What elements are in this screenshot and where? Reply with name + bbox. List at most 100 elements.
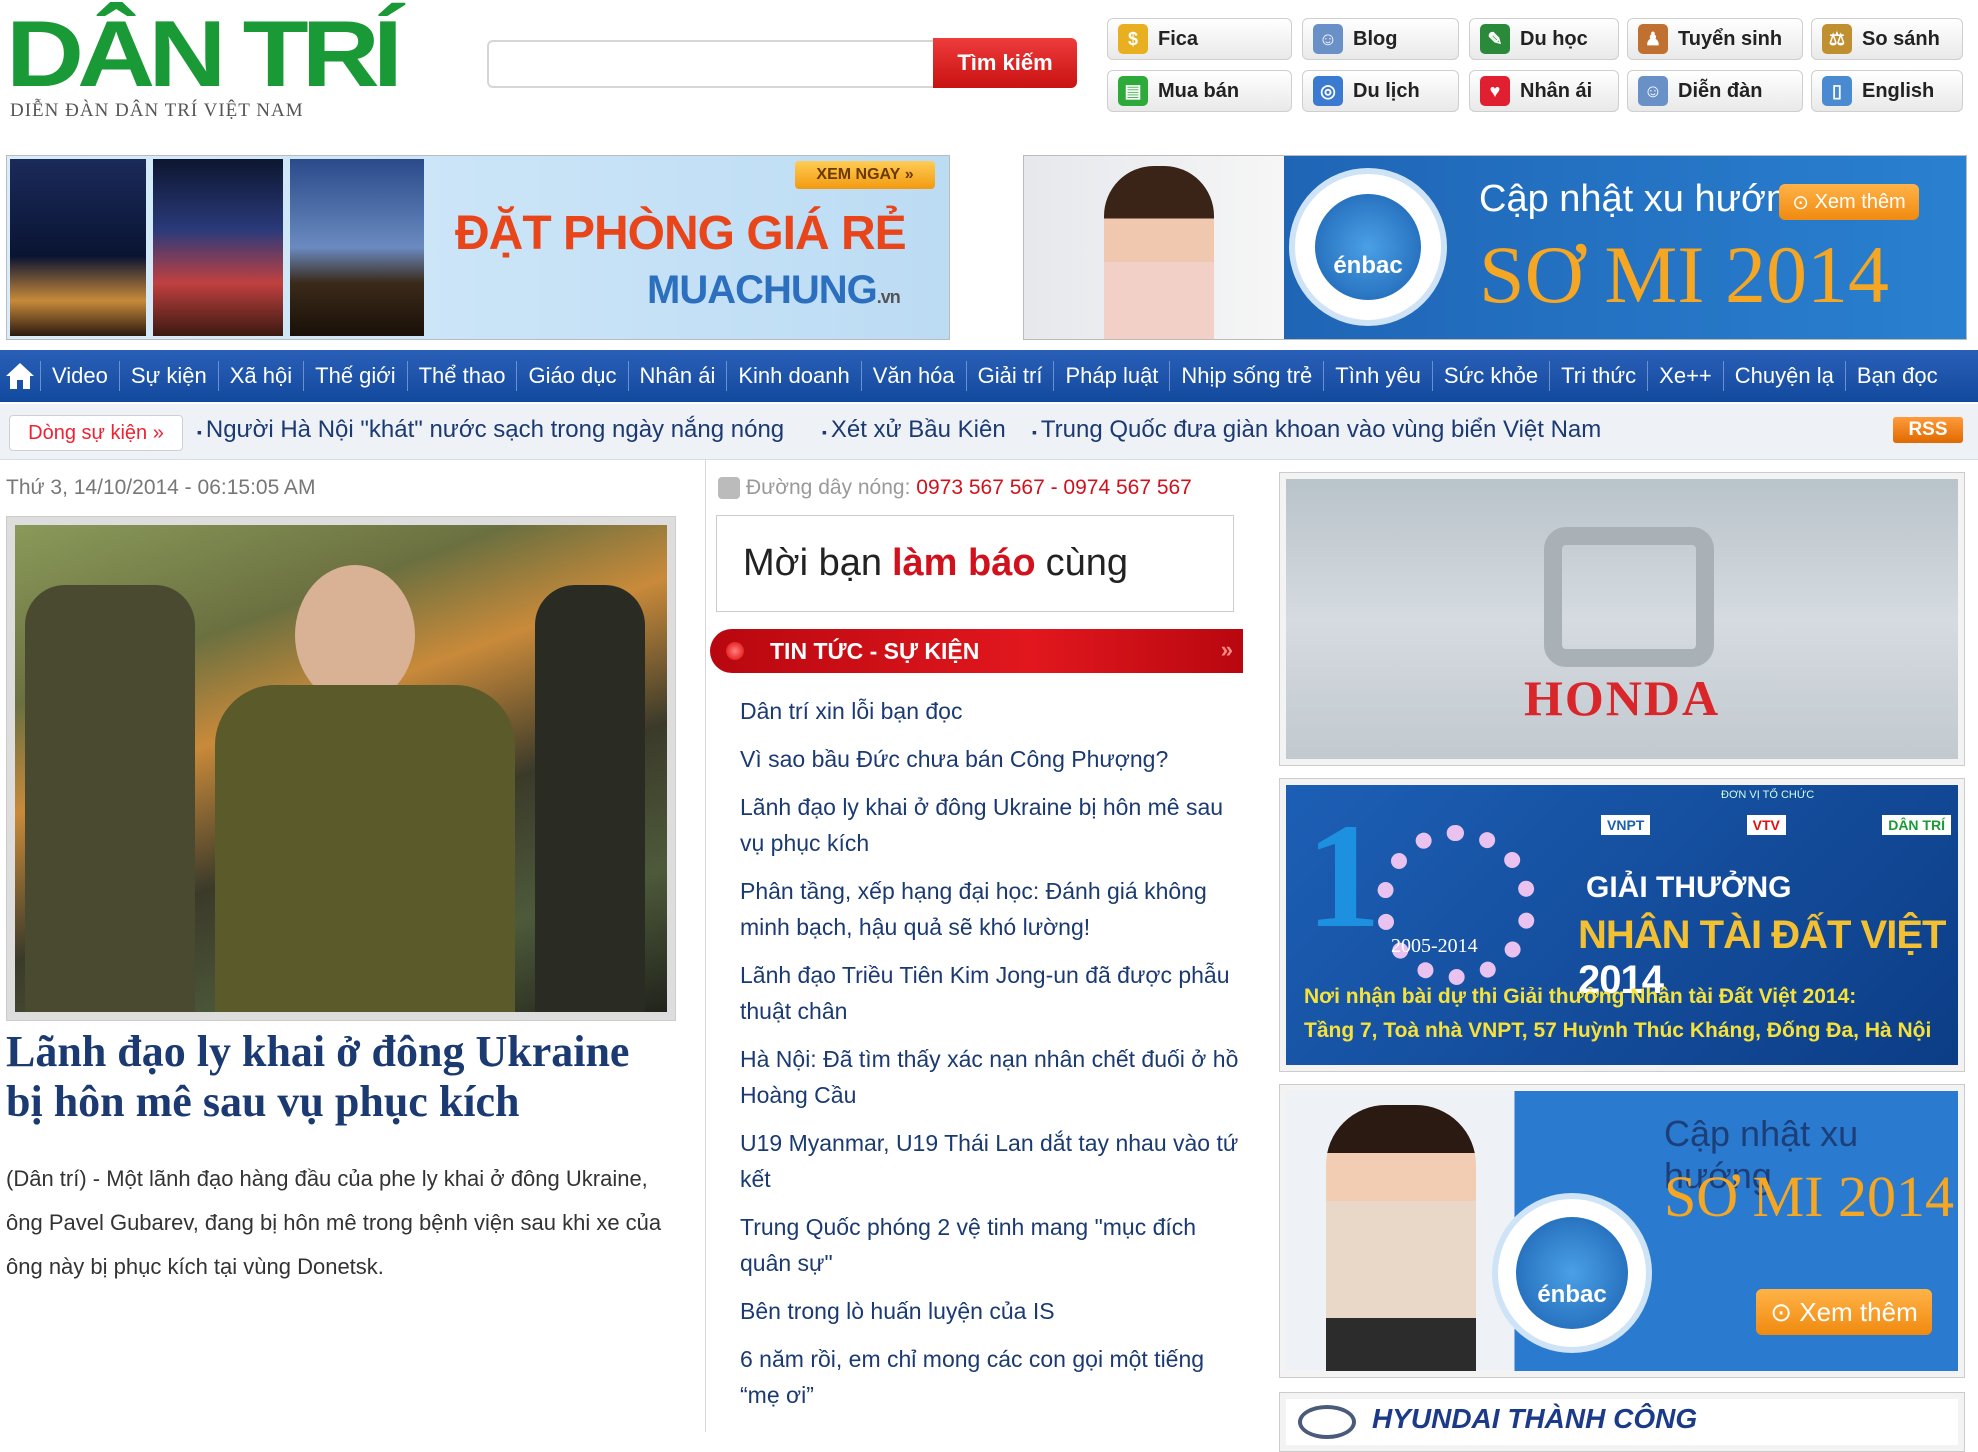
news-item[interactable]: Bên trong lò huấn luyện của IS	[740, 1293, 1240, 1329]
nav-item[interactable]: Sức khỏe	[1431, 361, 1549, 391]
ticker-item[interactable]: ▪ Người Hà Nội "khát" nước sạch trong ng…	[197, 416, 784, 444]
nav-item[interactable]: Kinh doanh	[726, 361, 860, 391]
clock-tower-photo	[153, 159, 283, 336]
nav-item[interactable]: Video	[40, 361, 119, 391]
enbac-xem-them-label: Xem thêm	[1799, 1296, 1918, 1327]
nav-item[interactable]: Chuyện lạ	[1722, 361, 1845, 391]
column-divider	[705, 460, 706, 1432]
nav-item[interactable]: Văn hóa	[860, 361, 966, 391]
nav-item[interactable]: Sự kiện	[118, 361, 218, 391]
quicklink-fica[interactable]: $ Fica	[1107, 18, 1292, 60]
enbac-ad-banner[interactable]: énbac Cập nhật xu hướng ⊙ Xem thêm SƠ MI…	[1023, 155, 1967, 340]
news-item[interactable]: Lãnh đạo ly khai ở đông Ukraine bị hôn m…	[740, 789, 1240, 861]
nav-item[interactable]: Xe++	[1647, 361, 1723, 391]
enbac-logo: énbac	[1289, 168, 1447, 326]
category-label: TIN TỨC - SỰ KIỆN	[770, 637, 980, 664]
lead-story-title[interactable]: Lãnh đạo ly khai ở đông Ukraine bị hôn m…	[6, 1027, 676, 1127]
quicklink-label: Nhân ái	[1520, 79, 1593, 102]
honda-ad-bg: HONDA	[1286, 479, 1958, 759]
invite-box[interactable]: Mời bạn làm báo cùng	[716, 515, 1234, 612]
lead-photo-image	[15, 525, 667, 1012]
quicklink-tuyển-sinh[interactable]: ♟ Tuyển sinh	[1627, 18, 1803, 60]
nav-item[interactable]: Nhịp sống trẻ	[1169, 361, 1323, 391]
category-header[interactable]: TIN TỨC - SỰ KIỆN »	[710, 629, 1243, 673]
site-logo[interactable]: DÂN TRÍ DIỄN ĐÀN DÂN TRÍ VIỆT NAM	[6, 7, 403, 123]
ticker-item-text: Người Hà Nội "khát" nước sạch trong ngày…	[205, 416, 785, 443]
xem-them-button[interactable]: ⊙ Xem thêm	[1779, 184, 1919, 220]
quicklink-label: Fica	[1158, 27, 1199, 50]
news-item[interactable]: Trung Quốc phóng 2 vệ tinh mang "mục đíc…	[740, 1209, 1240, 1281]
hyundai-wordmark: HYUNDAI THÀNH CÔNG	[1372, 1403, 1698, 1434]
quicklink-mua-bán[interactable]: ▤ Mua bán	[1107, 70, 1292, 112]
enbac-somi-title: SƠ MI 2014	[1664, 1164, 1955, 1229]
nav-item[interactable]: Giáo dục	[516, 361, 627, 391]
quicklink-english[interactable]: ▯ English	[1811, 70, 1963, 112]
ticker-item[interactable]: ▪ Trung Quốc đưa giàn khoan vào vùng biể…	[1032, 416, 1601, 444]
enbac-logo-text: énbac	[1516, 1217, 1628, 1329]
nav-item[interactable]: Giải trí	[965, 361, 1054, 391]
quicklink-so-sánh[interactable]: ⚖ So sánh	[1811, 18, 1963, 60]
nav-item[interactable]: Tri thức	[1549, 361, 1647, 391]
shopping-bag-icon: ▤	[1118, 76, 1148, 106]
quicklink-blog[interactable]: ☺ Blog	[1302, 18, 1459, 60]
enbac-ad-bg: énbac Cập nhật xu hướng SƠ MI 2014 ⊙ Xem…	[1286, 1091, 1958, 1371]
news-item[interactable]: Hà Nội: Đã tìm thấy xác nạn nhân chết đu…	[740, 1041, 1240, 1113]
nav-item[interactable]: Thể thao	[406, 361, 517, 391]
award-orgs: VNPT VTV DÂN TRÍ	[1601, 815, 1951, 835]
hyundai-ad[interactable]: HYUNDAI THÀNH CÔNG	[1279, 1392, 1965, 1452]
news-item[interactable]: U19 Myanmar, U19 Thái Lan dắt tay nhau v…	[740, 1125, 1240, 1197]
nav-item[interactable]: Bạn đọc	[1844, 361, 1949, 391]
invite-post: cùng	[1045, 542, 1128, 584]
home-icon[interactable]	[0, 350, 40, 402]
brand-tld: .vn	[876, 287, 901, 307]
search-button[interactable]: Tìm kiếm	[933, 38, 1077, 88]
nav-item[interactable]: Nhân ái	[627, 361, 727, 391]
muachung-ad-banner[interactable]: XEM NGAY » ĐẶT PHÒNG GIÁ RẺ MUACHUNG.vn	[6, 155, 950, 340]
brand-name: MUACHUNG	[647, 268, 878, 312]
people-icon: ☺	[1313, 24, 1343, 54]
face-shape	[295, 565, 415, 705]
news-item[interactable]: Lãnh đạo Triều Tiên Kim Jong-un đã được …	[740, 957, 1240, 1029]
award-ad-bg: 1 2005-2014 ĐƠN VỊ TỔ CHỨC VNPT VTV DÂN …	[1286, 785, 1958, 1065]
nav-item[interactable]: Xã hội	[217, 361, 303, 391]
hyundai-logo-icon	[1298, 1405, 1356, 1439]
nhan-tai-dat-viet-ad[interactable]: 1 2005-2014 ĐƠN VỊ TỔ CHỨC VNPT VTV DÂN …	[1279, 778, 1965, 1072]
honda-h-icon	[1544, 527, 1714, 667]
honda-ad[interactable]: HONDA	[1279, 472, 1965, 766]
quicklink-label: Tuyển sinh	[1678, 27, 1783, 50]
award-title: GIẢI THƯỞNG	[1586, 871, 1792, 904]
news-item[interactable]: 6 năm rồi, em chỉ mong các con gọi một t…	[740, 1341, 1240, 1413]
honda-wordmark: HONDA	[1523, 670, 1721, 726]
quicklink-nhân-ái[interactable]: ♥ Nhân ái	[1469, 70, 1619, 112]
quicklink-du-lịch[interactable]: ◎ Du lịch	[1302, 70, 1459, 112]
rss-button[interactable]: RSS	[1893, 417, 1963, 443]
dantri-logo: DÂN TRÍ	[1882, 815, 1951, 835]
award-address-line2: Tầng 7, Toà nhà VNPT, 57 Huỳnh Thúc Khán…	[1304, 1019, 1932, 1042]
search-input[interactable]	[487, 40, 935, 88]
xem-ngay-button[interactable]: XEM NGAY »	[795, 161, 935, 189]
invite-pre: Mời bạn	[743, 542, 882, 584]
hyundai-ad-bg: HYUNDAI THÀNH CÔNG	[1286, 1399, 1958, 1445]
student-icon: ♟	[1638, 24, 1668, 54]
quicklink-diễn-đàn[interactable]: ☺ Diễn đàn	[1627, 70, 1803, 112]
news-list: Dân trí xin lỗi bạn đọc Vì sao bầu Đức ch…	[740, 693, 1240, 1425]
ticker-label-button[interactable]: Dòng sự kiện »	[9, 415, 183, 451]
nav-item[interactable]: Pháp luật	[1053, 361, 1169, 391]
news-item[interactable]: Vì sao bầu Đức chưa bán Công Phượng?	[740, 741, 1240, 777]
award-name: NHÂN TÀI ĐẤT VIỆT	[1578, 913, 1946, 957]
bullet-icon: ▪	[822, 424, 831, 440]
nav-item[interactable]: Thế giới	[303, 361, 406, 391]
forum-icon: ☺	[1638, 76, 1668, 106]
enbac-somi-ad[interactable]: énbac Cập nhật xu hướng SƠ MI 2014 ⊙ Xem…	[1279, 1084, 1965, 1378]
quicklink-du-học[interactable]: ✎ Du học	[1469, 18, 1619, 60]
hotline-label: Đường dây nóng:	[746, 476, 911, 499]
ticker-item[interactable]: ▪ Xét xử Bầu Kiên	[822, 416, 1006, 444]
news-item[interactable]: Phân tầng, xếp hạng đại học: Đánh giá kh…	[740, 873, 1240, 945]
news-item[interactable]: Dân trí xin lỗi bạn đọc	[740, 693, 1240, 729]
lead-story-photo[interactable]	[6, 516, 676, 1021]
quicklink-label: Blog	[1353, 27, 1398, 50]
nav-item[interactable]: Tình yêu	[1323, 361, 1432, 391]
lead-story-summary: (Dân trí) - Một lãnh đạo hàng đầu của ph…	[6, 1166, 662, 1279]
hotline: Đường dây nóng: 0973 567 567 - 0974 567 …	[718, 476, 1192, 500]
enbac-xem-them-button[interactable]: ⊙ Xem thêm	[1756, 1289, 1932, 1335]
